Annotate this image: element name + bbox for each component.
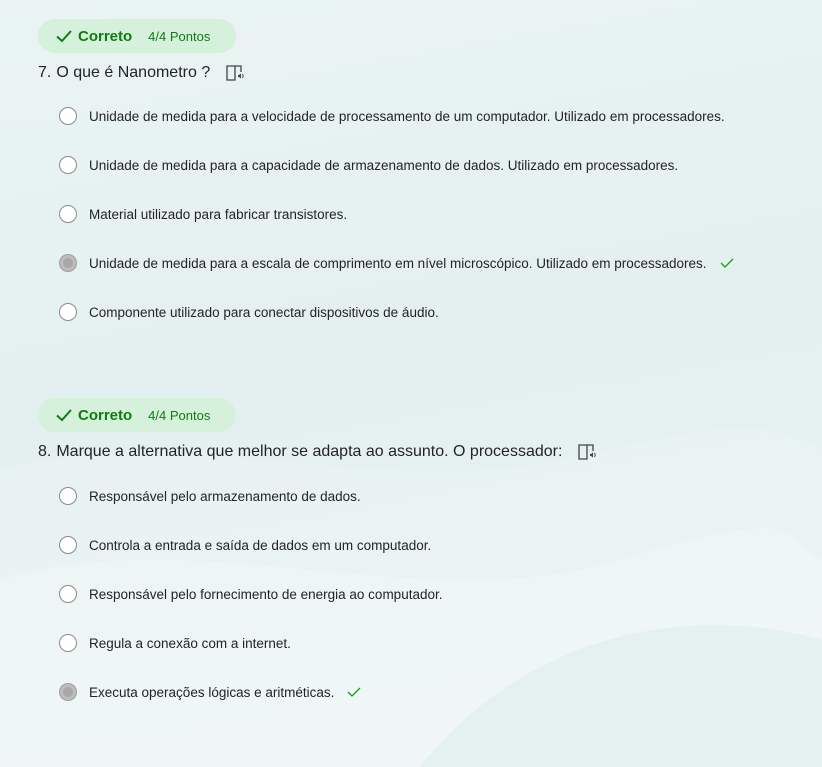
answer-option[interactable]: Unidade de medida para a velocidade de p… — [59, 104, 725, 128]
points-label: 4/4 Pontos — [148, 407, 211, 423]
option-label: Unidade de medida para a capacidade de a… — [89, 157, 679, 173]
radio-button[interactable] — [59, 585, 77, 603]
points-label: 4/4 Pontos — [148, 28, 211, 44]
answer-option[interactable]: Responsável pelo fornecimento de energia… — [59, 582, 442, 606]
question-text: Marque a alternativa que melhor se adapt… — [56, 443, 563, 460]
immersive-reader-icon[interactable] — [226, 65, 246, 81]
answer-option[interactable]: Componente utilizado para conectar dispo… — [59, 300, 439, 324]
answer-option[interactable]: Material utilizado para fabricar transis… — [59, 202, 347, 226]
check-icon — [56, 409, 72, 422]
option-label: Componente utilizado para conectar dispo… — [89, 304, 439, 320]
option-label: Unidade de medida para a velocidade de p… — [89, 108, 725, 124]
radio-button[interactable] — [59, 536, 77, 554]
question-number: 8. — [38, 443, 52, 460]
status-label: Correto — [78, 27, 133, 45]
check-icon — [347, 687, 361, 697]
check-icon — [56, 30, 72, 43]
radio-button[interactable] — [59, 205, 77, 223]
answer-option-selected[interactable]: Executa operações lógicas e aritméticas. — [59, 680, 361, 704]
answer-option[interactable]: Regula a conexão com a internet. — [59, 631, 291, 655]
radio-button[interactable] — [59, 634, 77, 652]
radio-button-selected[interactable] — [59, 254, 77, 272]
radio-button-selected[interactable] — [59, 683, 77, 701]
check-icon — [720, 258, 734, 268]
option-label: Executa operações lógicas e aritméticas. — [89, 684, 335, 700]
answer-option[interactable]: Controla a entrada e saída de dados em u… — [59, 533, 431, 557]
answer-option[interactable]: Unidade de medida para a capacidade de a… — [59, 153, 678, 177]
option-label: Material utilizado para fabricar transis… — [89, 206, 348, 222]
answer-option-selected[interactable]: Unidade de medida para a escala de compr… — [59, 251, 734, 275]
radio-button[interactable] — [59, 156, 77, 174]
option-label: Responsável pelo armazenamento de dados. — [89, 488, 361, 504]
immersive-reader-icon[interactable] — [578, 444, 598, 460]
answer-option[interactable]: Responsável pelo armazenamento de dados. — [59, 484, 361, 508]
option-label: Unidade de medida para a escala de compr… — [89, 255, 707, 271]
question-text: O que é Nanometro ? — [56, 64, 211, 81]
status-label: Correto — [78, 406, 133, 424]
radio-button[interactable] — [59, 303, 77, 321]
question-title: 8. Marque a alternativa que melhor se ad… — [38, 443, 598, 461]
radio-button[interactable] — [59, 487, 77, 505]
option-label: Controla a entrada e saída de dados em u… — [89, 537, 432, 553]
radio-button[interactable] — [59, 107, 77, 125]
question-number: 7. — [38, 64, 52, 81]
option-label: Responsável pelo fornecimento de energia… — [89, 586, 443, 602]
question-title: 7. O que é Nanometro ? — [38, 64, 246, 82]
option-label: Regula a conexão com a internet. — [89, 635, 291, 651]
result-badge: Correto 4/4 Pontos — [38, 19, 236, 53]
result-badge: Correto 4/4 Pontos — [38, 398, 236, 432]
